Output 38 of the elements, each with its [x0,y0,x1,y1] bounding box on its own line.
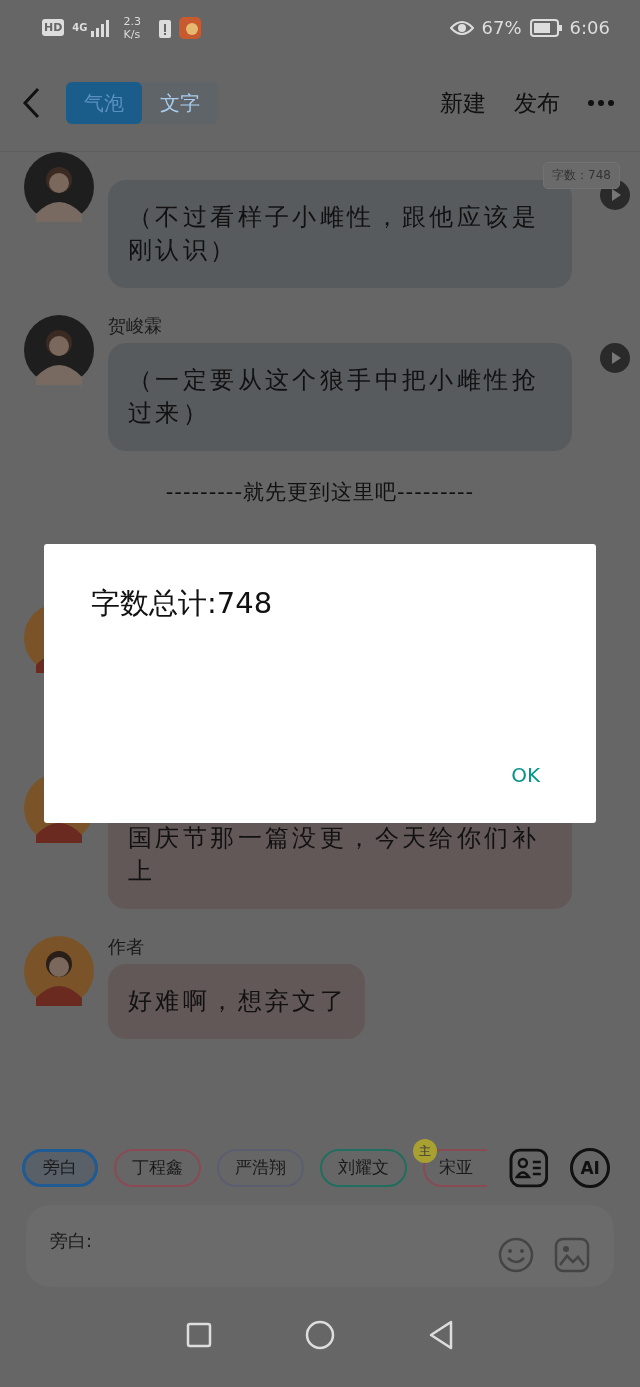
mode-tab[interactable]: 文字 [142,82,218,124]
speaker-name: 贺峻霖 [108,315,162,337]
ok-button[interactable]: OK [511,763,540,787]
home-icon[interactable] [305,1320,335,1350]
message-bubble: （不过看样子小雌性，跟他应该是刚认识） [108,180,572,288]
message-bubble: （一定要从这个狼手中把小雌性抢过来） [108,343,572,451]
back-icon[interactable] [22,87,40,119]
role-chip[interactable]: 丁程鑫 [114,1148,201,1187]
eye-icon [449,19,474,36]
header-action[interactable]: 发布 [514,87,560,119]
signal-icon [89,18,112,37]
battery-icon [529,18,562,37]
role-chip[interactable]: 刘耀文 [320,1148,407,1187]
header-action[interactable]: 新建 [440,87,486,119]
speaker-name: 作者 [108,936,144,958]
back-nav-icon[interactable] [427,1320,454,1350]
more-icon[interactable] [588,100,614,106]
network-speed: 2.3 K/s [123,14,141,41]
contact-card-icon[interactable] [508,1147,549,1188]
network-label: 4G [72,22,88,33]
mode-tab[interactable]: 气泡 [66,82,142,124]
recents-icon[interactable] [186,1322,213,1348]
message-input[interactable]: 旁白: [26,1205,614,1287]
clock: 6:06 [569,17,610,38]
host-badge: 主 [413,1138,437,1163]
section-divider-text: ---------就先更到这里吧--------- [164,479,476,506]
image-icon[interactable] [554,1237,590,1273]
dialog-title: 字数总计:748 [91,585,273,622]
role-chip[interactable]: 旁白 [22,1148,98,1187]
message-bubble: 好难啊，想弃文了 [108,964,366,1039]
play-icon[interactable] [600,343,630,373]
hd-badge: HD [42,19,65,36]
ai-button[interactable]: AI [570,1147,610,1188]
battery-percent: 67% [481,17,522,38]
app-icon [179,16,201,39]
battery-alert-icon [159,17,171,38]
emoji-icon[interactable] [498,1237,534,1273]
role-chip[interactable]: 严浩翔 [217,1148,304,1187]
